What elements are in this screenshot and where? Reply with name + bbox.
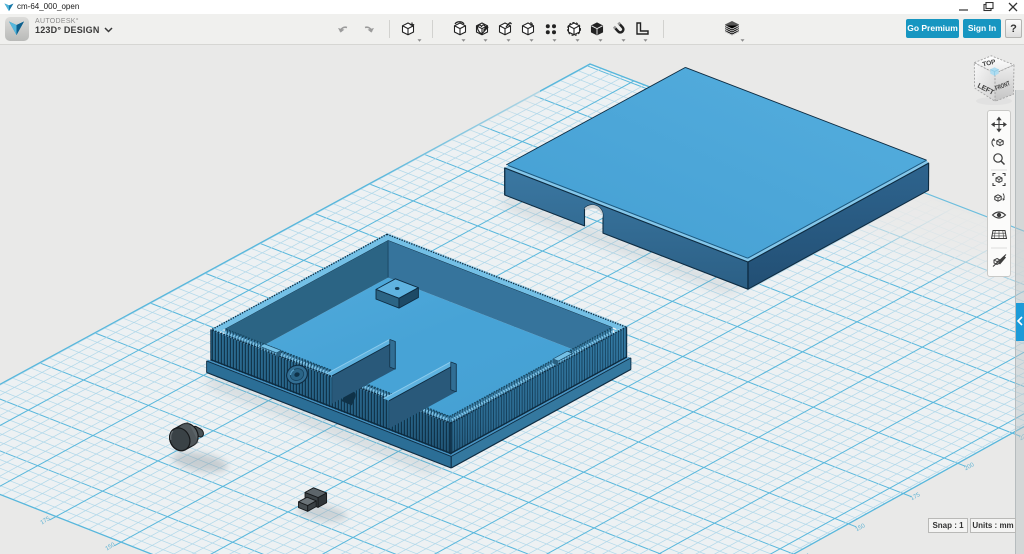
svg-text:150: 150 — [855, 523, 867, 533]
svg-text:200: 200 — [964, 462, 976, 472]
svg-text:175: 175 — [40, 516, 52, 527]
svg-text:150: 150 — [105, 542, 117, 553]
svg-text:175: 175 — [910, 492, 922, 502]
